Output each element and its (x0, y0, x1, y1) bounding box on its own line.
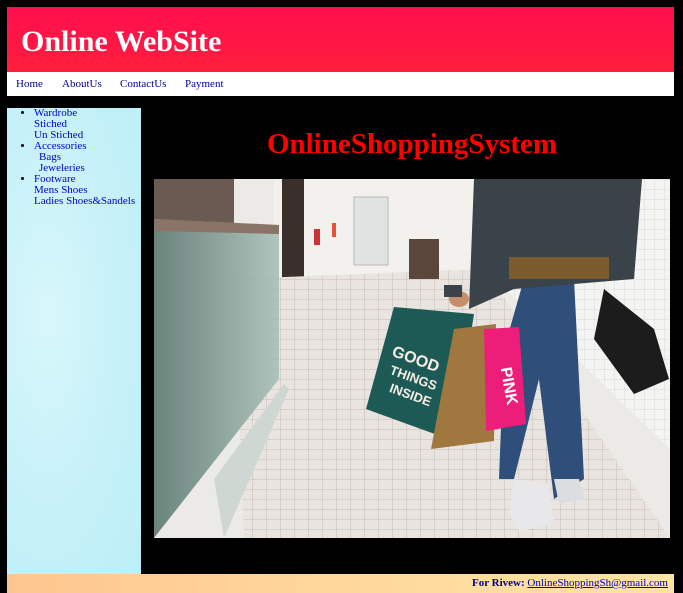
site-header: Online WebSite (7, 7, 674, 72)
category-wardrobe: Wardrobe Stiched Un Stiched (34, 108, 141, 141)
page: Online WebSite Home AboutUs ContactUs Pa… (7, 7, 674, 593)
top-nav: Home AboutUs ContactUs Payment (7, 72, 674, 96)
site-footer: For Rivew: OnlineShoppingSh@gmail.com (7, 574, 674, 593)
footer-email-link[interactable]: OnlineShoppingSh@gmail.com (527, 577, 668, 589)
nav-about-us[interactable]: AboutUs (62, 78, 102, 90)
shopping-photo-image: GOOD THINGS INSIDE PINK (154, 179, 670, 538)
nav-home[interactable]: Home (16, 78, 43, 90)
footer-contact: For Rivew: OnlineShoppingSh@gmail.com (472, 577, 668, 589)
nav-contact-us[interactable]: ContactUs (120, 78, 166, 90)
main-title: OnlineShoppingSystem (266, 128, 558, 160)
nav-payment[interactable]: Payment (185, 78, 224, 90)
sidebar-item-ladies-shoes[interactable]: Ladies Shoes&Sandels (34, 196, 141, 207)
footer-label: For Rivew: (471, 577, 525, 589)
sidebar: Wardrobe Stiched Un Stiched Accessories … (7, 108, 141, 574)
site-title: Online WebSite (21, 25, 222, 58)
category-list: Wardrobe Stiched Un Stiched Accessories … (7, 108, 141, 207)
shopping-photo: GOOD THINGS INSIDE PINK (154, 179, 670, 538)
category-accessories: Accessories Bags Jeweleries (34, 141, 141, 174)
category-footware: Footware Mens Shoes Ladies Shoes&Sandels (34, 174, 141, 207)
